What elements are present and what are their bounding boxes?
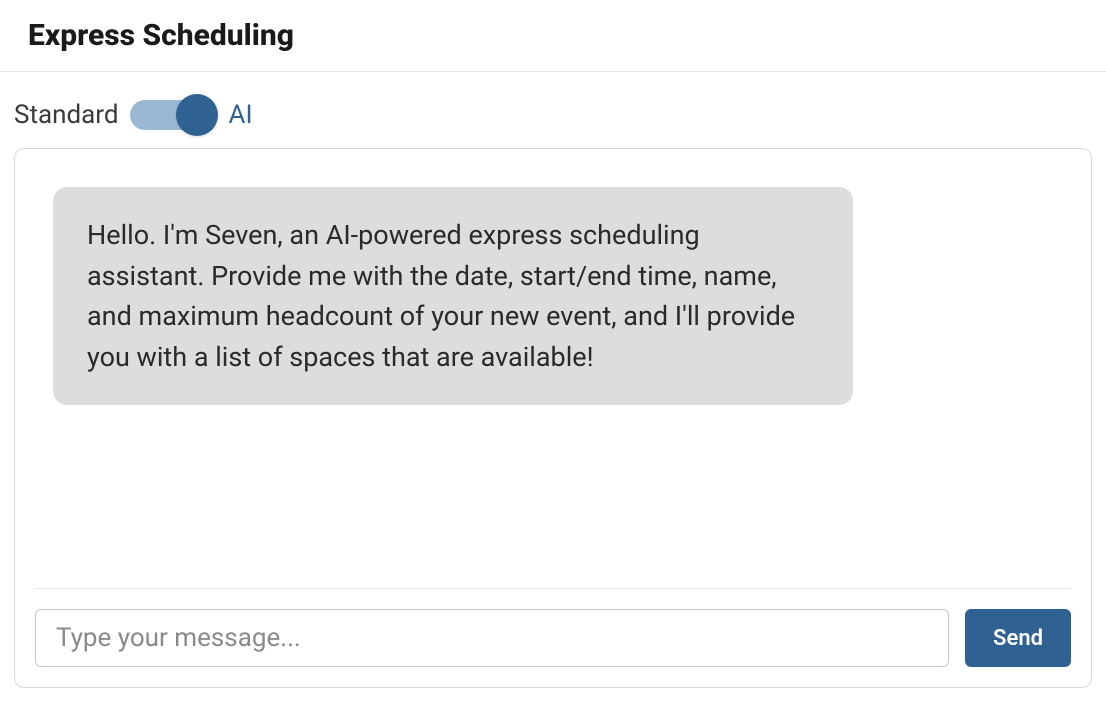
send-button[interactable]: Send [965, 609, 1071, 667]
assistant-message: Hello. I'm Seven, an AI-powered express … [53, 187, 853, 405]
mode-toggle[interactable] [130, 100, 216, 130]
chat-panel: Hello. I'm Seven, an AI-powered express … [14, 148, 1092, 688]
toggle-label-ai: AI [228, 100, 252, 130]
messages-area: Hello. I'm Seven, an AI-powered express … [35, 169, 1071, 578]
page-title: Express Scheduling [28, 18, 1078, 53]
toggle-label-standard: Standard [14, 100, 118, 130]
message-input[interactable] [35, 609, 949, 667]
toggle-knob [176, 94, 218, 136]
input-row: Send [35, 588, 1071, 667]
header: Express Scheduling [0, 0, 1106, 72]
mode-toggle-row: Standard AI [0, 72, 1106, 148]
